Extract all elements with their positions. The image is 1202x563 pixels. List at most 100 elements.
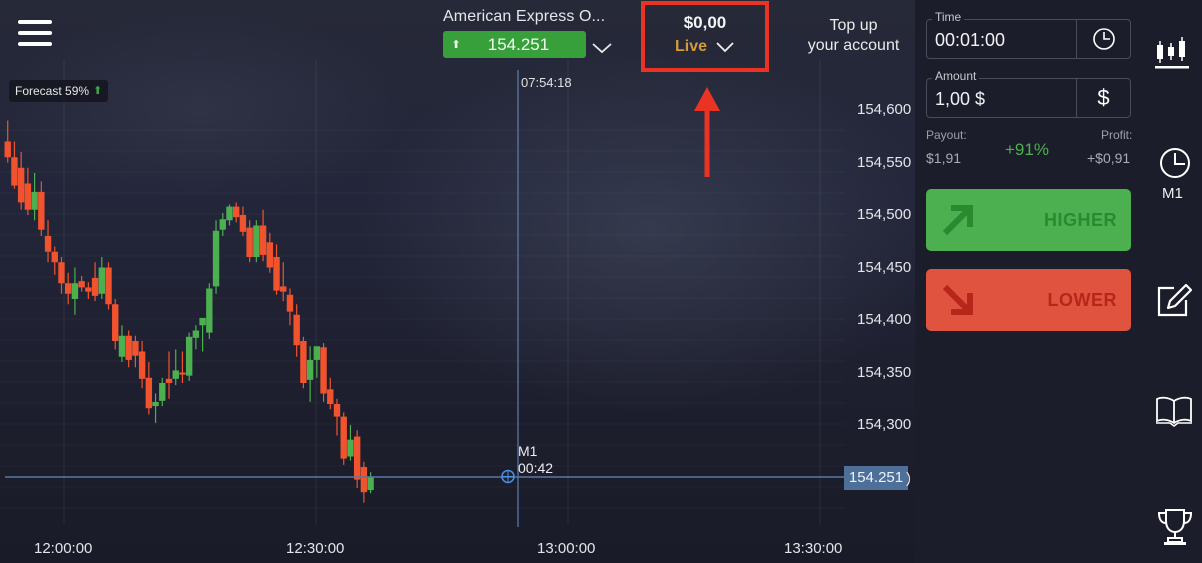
profit-value: +$0,91: [1087, 150, 1131, 166]
lower-button[interactable]: LOWER: [926, 269, 1131, 331]
candle-body: [31, 191, 38, 210]
payout-label: Payout:: [926, 128, 967, 142]
candle-body: [340, 416, 347, 459]
y-tick-label: 154,400: [857, 311, 912, 328]
arrow-down-right-icon: [942, 284, 973, 315]
candle-body: [78, 281, 85, 288]
y-tick-label: 154,450: [857, 259, 912, 276]
clock-button[interactable]: [1076, 20, 1130, 58]
higher-button[interactable]: HIGHER: [926, 189, 1131, 251]
y-tick-label: 154,500: [857, 206, 912, 223]
candle-body: [38, 191, 45, 230]
hamburger-menu-icon[interactable]: [18, 20, 52, 50]
time-field[interactable]: Time 00:01:00: [926, 10, 1131, 59]
candle-body: [4, 141, 11, 158]
candle-body: [11, 157, 18, 186]
candle-body: [239, 215, 247, 232]
asset-price-badge: ⬆ 154.251: [443, 31, 586, 58]
arrow-up-icon: ⬆: [451, 39, 461, 51]
balance-amount: $0,00: [683, 13, 727, 32]
crosshair-time-label: 07:54:18: [521, 75, 572, 90]
candle-body: [327, 389, 334, 404]
trade-panel: Time 00:01:00 Amount 1,00 $ $ Payout: $1…: [915, 0, 1202, 563]
candle-body: [138, 351, 146, 379]
amount-input[interactable]: 1,00 $: [927, 79, 1076, 117]
candle-body: [212, 230, 220, 287]
current-price-tag: 154.251: [844, 466, 908, 490]
candle-body: [266, 242, 273, 268]
account-mode[interactable]: Live: [645, 38, 765, 56]
candle-body: [199, 317, 206, 326]
book-icon[interactable]: [1155, 395, 1193, 427]
payout-value: $1,91: [926, 150, 962, 166]
candle-body: [360, 467, 368, 493]
candle-body: [219, 219, 226, 230]
candle-body: [280, 286, 287, 292]
candle-body: [58, 262, 65, 284]
candle-body: [179, 372, 186, 375]
candle-body: [145, 377, 153, 409]
candle-body: [105, 267, 112, 305]
arrow-up-icon: ⬆: [93, 85, 103, 97]
chevron-down-icon[interactable]: [715, 41, 735, 53]
edit-icon[interactable]: [1156, 282, 1194, 318]
asset-name[interactable]: American Express O...: [443, 8, 605, 26]
candle-body: [132, 341, 139, 356]
candle-body: [85, 287, 92, 292]
candle-body: [165, 378, 173, 383]
candle-body: [246, 227, 253, 257]
candle-body: [259, 225, 267, 255]
chart-area[interactable]: Forecast 59% ⬆ American Express O... ⬆ 1…: [0, 0, 915, 563]
candle-body: [320, 347, 327, 394]
candle-body: [17, 167, 25, 203]
candle-body: [313, 346, 321, 360]
candle-body: [71, 283, 79, 299]
candle-body: [98, 267, 105, 294]
candle-body: [367, 476, 374, 491]
candle-body: [226, 206, 233, 221]
x-tick-label: 12:30:00: [286, 540, 345, 557]
top-up-button[interactable]: Top up your account: [796, 16, 911, 56]
candle-body: [333, 404, 341, 417]
y-tick-label: 154,300: [857, 416, 912, 433]
candle-body: [44, 236, 52, 252]
timeframe-selector-label[interactable]: M1: [1162, 185, 1183, 202]
candle-body: [286, 294, 294, 312]
forecast-badge: Forecast 59% ⬆: [9, 80, 109, 102]
payout-percent: +91%: [1005, 140, 1049, 159]
account-balance-selector[interactable]: $0,00 Live: [641, 1, 769, 72]
currency-button[interactable]: $: [1076, 79, 1130, 117]
profit-label: Profit:: [1101, 128, 1133, 142]
candle-body: [233, 206, 240, 218]
top-up-line2: your account: [807, 37, 900, 54]
higher-label: HIGHER: [1043, 209, 1117, 230]
candle-timer: M1 00:42: [518, 443, 553, 477]
candle-body: [112, 304, 119, 341]
chevron-down-icon[interactable]: [591, 41, 613, 55]
asset-price: 154.251: [487, 34, 550, 54]
x-tick-label: 12:00:00: [34, 540, 93, 557]
trophy-icon[interactable]: [1157, 507, 1193, 547]
account-mode-label: Live: [674, 38, 707, 55]
candle-body: [253, 225, 260, 257]
candle-body: [118, 335, 126, 357]
asset-selector[interactable]: American Express O... ⬆ 154.251: [443, 8, 612, 58]
time-label: Time: [932, 10, 965, 24]
candle-body: [172, 370, 179, 379]
candlestick-chart[interactable]: [0, 0, 915, 563]
candle-body: [91, 278, 99, 296]
x-tick-label: 13:30:00: [784, 540, 843, 557]
candlestick-chart-icon[interactable]: [1153, 36, 1193, 70]
candle-body: [293, 314, 300, 346]
candle-body: [353, 436, 361, 480]
clock-icon[interactable]: [1159, 147, 1191, 179]
y-tick-label: 154,600: [857, 101, 912, 118]
y-tick-label: 154,350: [857, 364, 912, 381]
candle-body: [185, 336, 193, 376]
candle-body: [306, 359, 314, 380]
amount-field[interactable]: Amount 1,00 $ $: [926, 69, 1131, 118]
candle-body: [273, 257, 280, 291]
amount-label: Amount: [932, 69, 980, 83]
candle-body: [159, 383, 166, 401]
time-input[interactable]: 00:01:00: [927, 20, 1076, 58]
